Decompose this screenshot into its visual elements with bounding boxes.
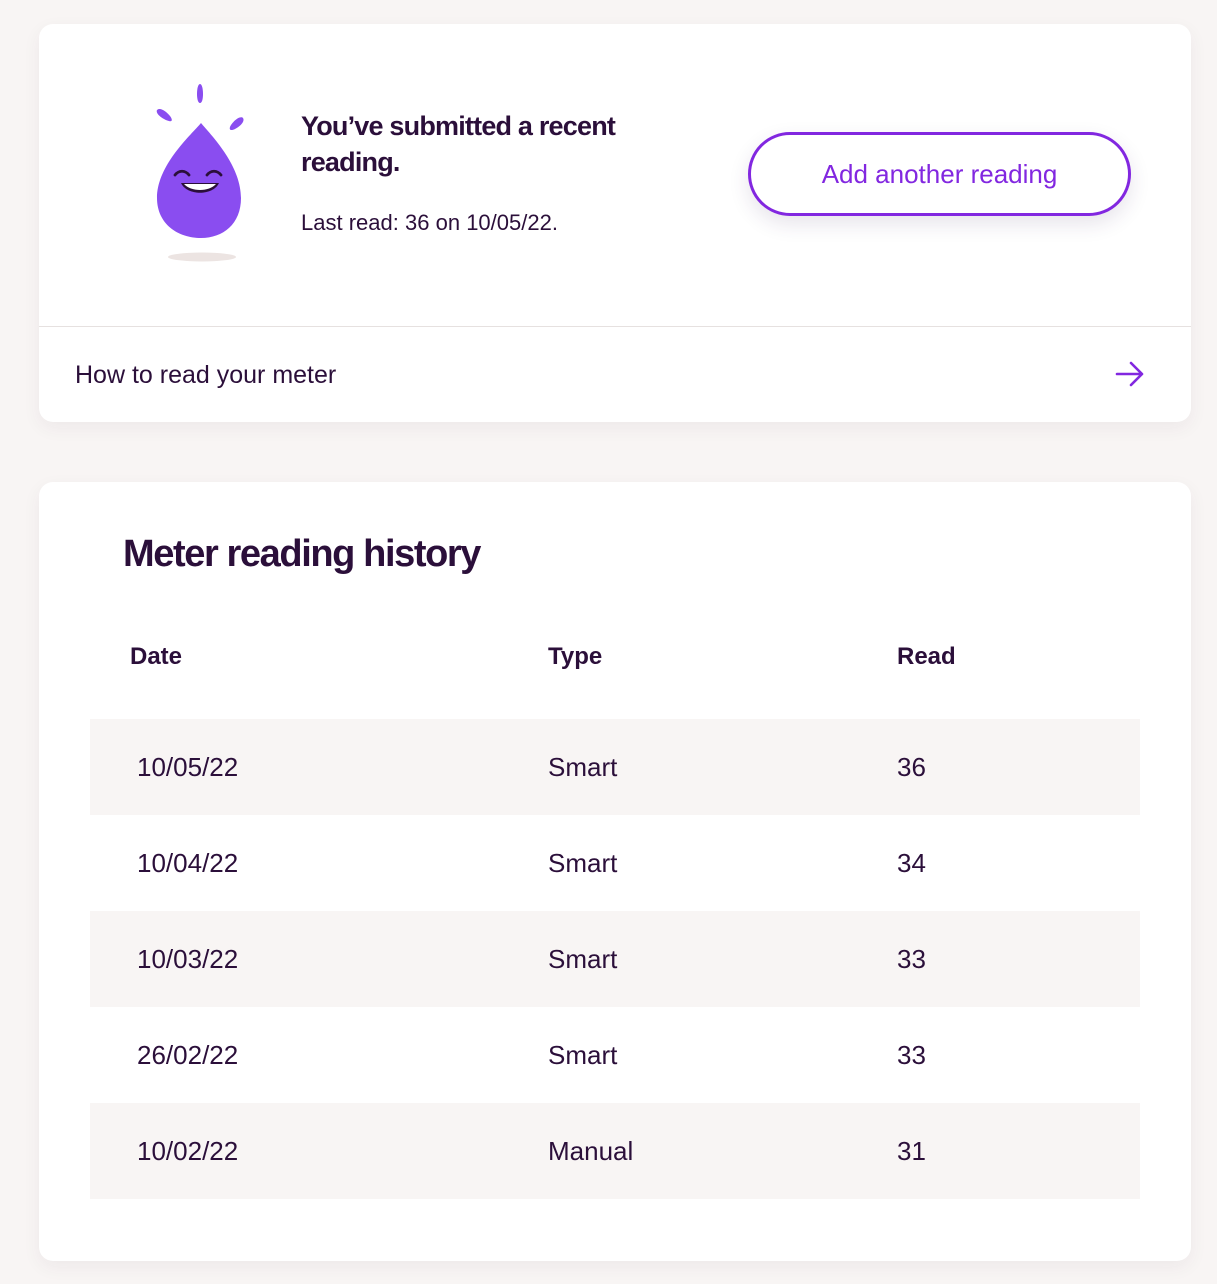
table-row: 10/03/22 Smart 33: [90, 911, 1140, 1007]
table-row: 10/05/22 Smart 36: [90, 719, 1140, 815]
meter-reading-history-card: Meter reading history Date Type Read 10/…: [39, 482, 1191, 1261]
column-header-type: Type: [548, 643, 603, 670]
smiling-water-drop-icon: [156, 84, 244, 262]
last-read-date: 10/05/22.: [466, 210, 558, 235]
last-read-value: 36: [404, 210, 430, 235]
last-read-text: Last read: 36 on 10/05/22.: [301, 208, 558, 238]
cell-read: 34: [897, 848, 926, 878]
cell-type: Manual: [548, 1136, 634, 1166]
add-another-reading-button[interactable]: Add another reading: [748, 132, 1131, 216]
cell-type: Smart: [548, 944, 618, 974]
cell-type: Smart: [548, 752, 618, 782]
history-title: Meter reading history: [123, 533, 481, 575]
column-header-read: Read: [897, 643, 956, 670]
cell-date: 10/04/22: [137, 848, 239, 878]
history-table: Date Type Read 10/05/22 Smart 36 10/04/2…: [90, 620, 1140, 1199]
cell-read: 36: [897, 752, 926, 782]
table-header: Date Type Read: [90, 620, 1140, 719]
status-title: You’ve submitted a recent reading.: [301, 111, 616, 177]
cell-read: 33: [897, 944, 926, 974]
table-row: 10/04/22 Smart 34: [90, 815, 1140, 911]
cell-type: Smart: [548, 1040, 618, 1070]
column-header-date: Date: [130, 643, 183, 670]
cell-date: 10/03/22: [137, 944, 239, 974]
table-row: 10/02/22 Manual 31: [90, 1103, 1140, 1199]
recent-reading-panel: You’ve submitted a recent reading. Last …: [39, 24, 1191, 326]
cell-date: 10/02/22: [137, 1136, 239, 1166]
cell-date: 10/05/22: [137, 752, 239, 782]
table-row: 26/02/22 Smart 33: [90, 1007, 1140, 1103]
cell-type: Smart: [548, 848, 618, 878]
last-read-label: Last read:: [301, 210, 399, 235]
recent-reading-card: You’ve submitted a recent reading. Last …: [39, 24, 1191, 422]
last-read-on: on: [435, 210, 461, 235]
how-to-read-meter-link[interactable]: How to read your meter: [39, 327, 1191, 422]
arrow-right-icon: [1115, 361, 1144, 387]
cell-read: 31: [897, 1136, 926, 1166]
how-to-read-meter-label: How to read your meter: [75, 361, 337, 389]
cell-read: 33: [897, 1040, 926, 1070]
cell-date: 26/02/22: [137, 1040, 239, 1070]
